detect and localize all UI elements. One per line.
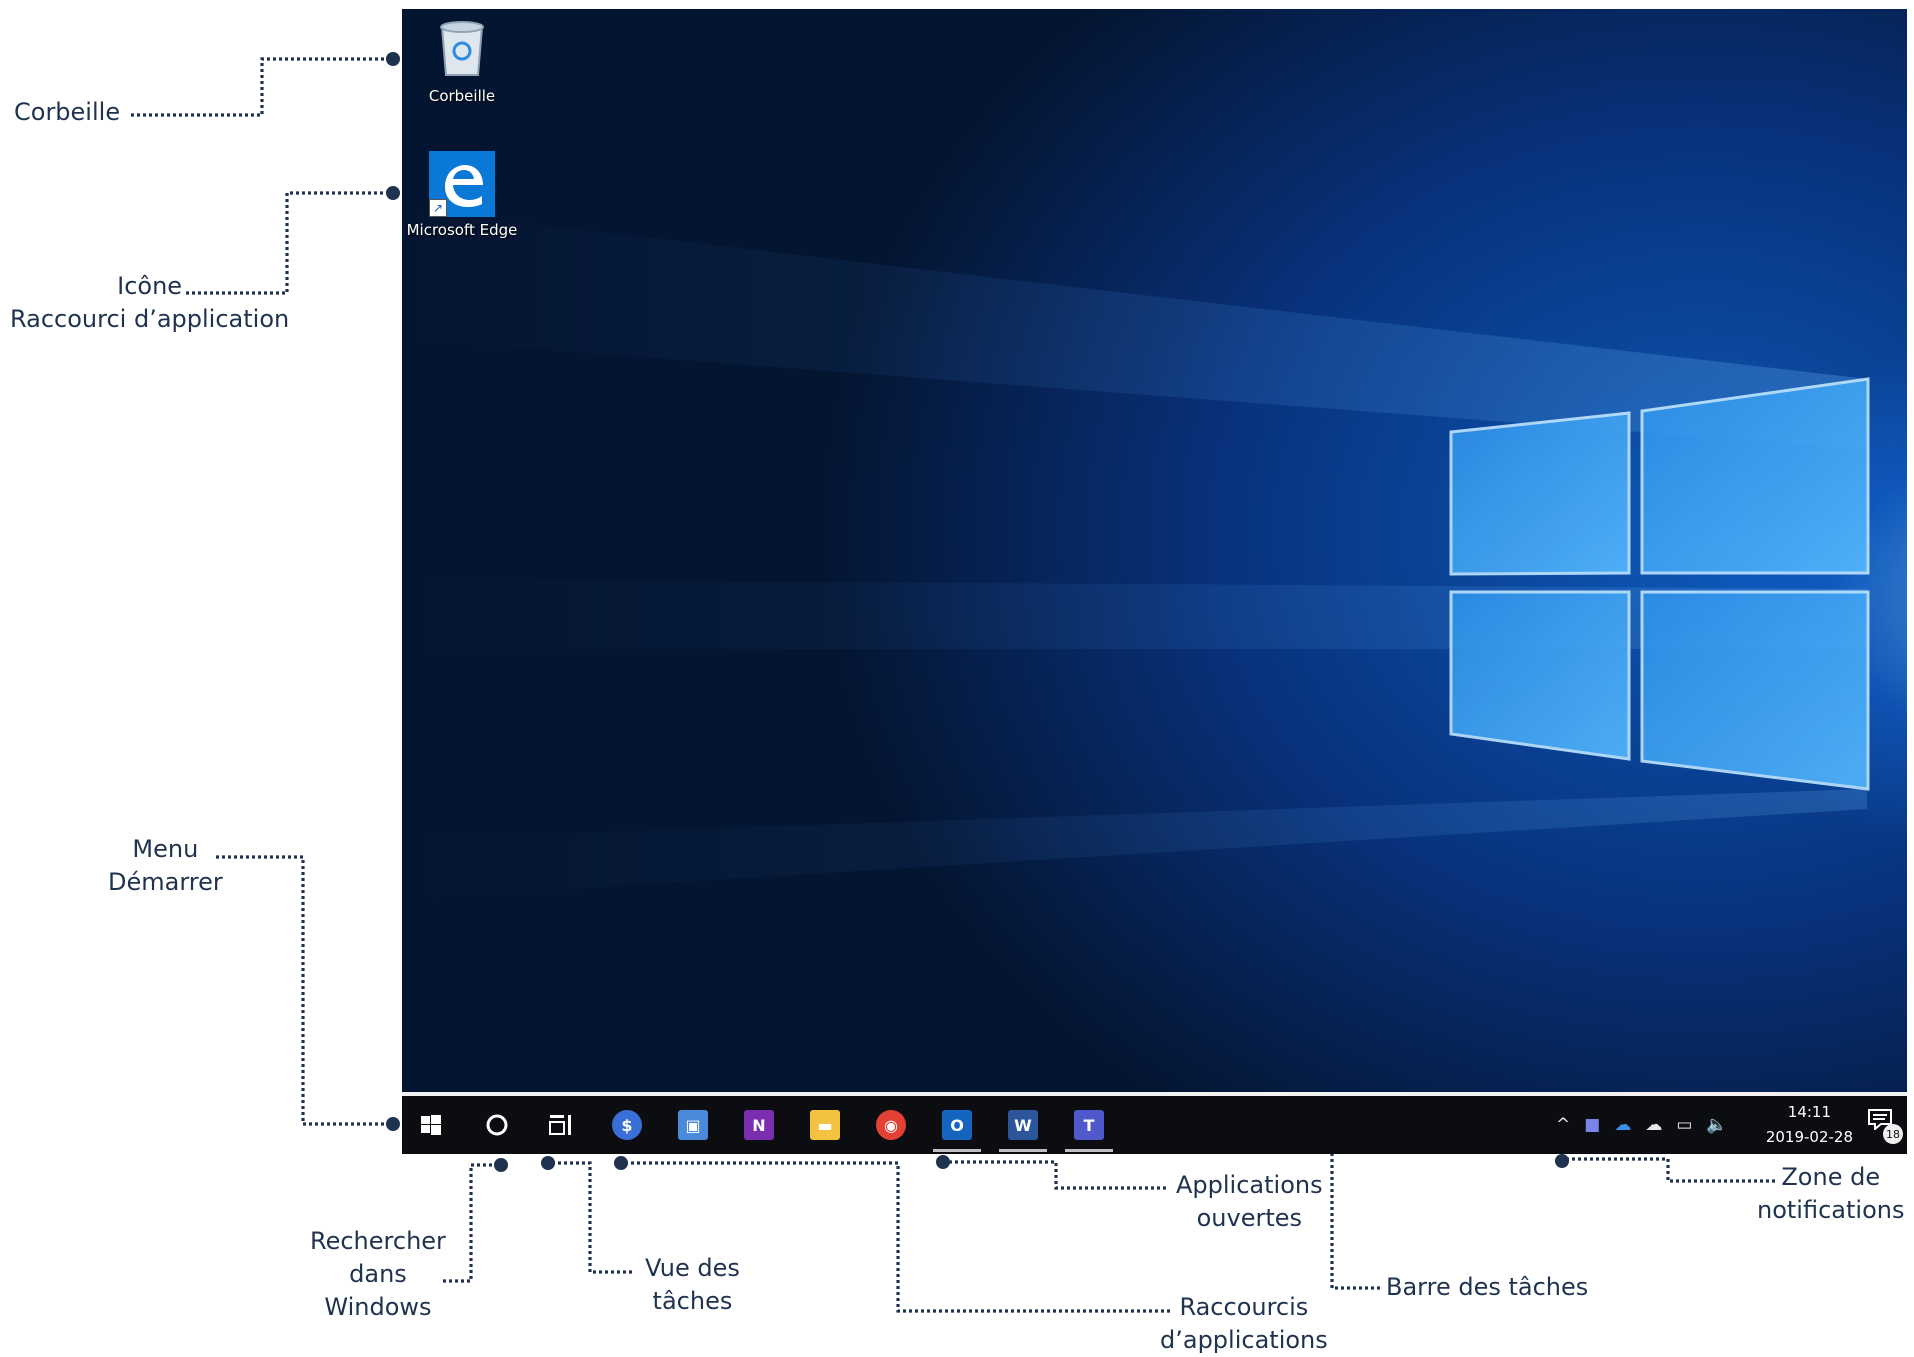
- volume-icon[interactable]: 🔈: [1706, 1115, 1727, 1135]
- taskbar-remote-desktop[interactable]: ▣: [664, 1096, 722, 1154]
- taskbar-teams[interactable]: T: [1060, 1096, 1118, 1154]
- teams-icon: T: [1074, 1110, 1104, 1140]
- callout-open-apps: Applications ouvertes: [1176, 1171, 1323, 1232]
- callout-taskbar: Barre des tâches: [1386, 1273, 1589, 1301]
- leader-dot-shortcut-icon: [386, 186, 400, 200]
- notification-count-badge: 18: [1883, 1124, 1903, 1144]
- leader-open-apps: [944, 1160, 1166, 1190]
- callout-search-windows: Rechercher dans Windows: [310, 1227, 446, 1321]
- remote-desktop-icon: ▣: [678, 1110, 708, 1140]
- callout-task-view: Vue des tâches: [645, 1254, 740, 1315]
- word-icon: W: [1008, 1110, 1038, 1140]
- clock-date: 2019-02-28: [1765, 1128, 1853, 1146]
- windows-desktop: Corbeille ↗ Microsoft Edge $ ▣ N ▬ ◉ O W…: [402, 9, 1907, 1154]
- start-button[interactable]: [402, 1096, 460, 1154]
- leader-dot-task-view: [541, 1156, 555, 1170]
- clock[interactable]: 14:11 2019-02-28: [1766, 1100, 1853, 1150]
- network-icon[interactable]: ▭: [1676, 1115, 1692, 1135]
- notification-area: ^ ■ ☁ ☁ ▭ 🔈: [1549, 1096, 1735, 1154]
- folder-icon: ▬: [810, 1110, 840, 1140]
- edge-label: Microsoft Edge: [406, 221, 518, 239]
- desktop-icon-recycle-bin[interactable]: Corbeille: [402, 17, 522, 105]
- callout-shortcut-icon: Icône Raccourci d’application: [10, 272, 290, 333]
- leader-task-view: [549, 1161, 632, 1274]
- wallpaper-windows-logo: [402, 209, 1870, 899]
- leader-start-menu: [216, 855, 392, 1126]
- leader-dot-start-menu: [386, 1117, 400, 1131]
- teams-tray-icon[interactable]: ■: [1584, 1115, 1600, 1135]
- onenote-icon: N: [744, 1110, 774, 1140]
- callout-corbeille: Corbeille: [14, 98, 121, 126]
- windows-logo-icon: [421, 1115, 441, 1135]
- leader-search: [443, 1163, 500, 1283]
- leader-dot-notifications: [1555, 1154, 1569, 1168]
- recycle-bin-icon: [440, 21, 484, 76]
- callout-start-menu: Menu Démarrer: [108, 835, 223, 896]
- taskbar: $ ▣ N ▬ ◉ O W T ^ ■ ☁ ☁ ▭ 🔈 14:11 2019-0…: [402, 1092, 1907, 1154]
- desktop-icon-microsoft-edge[interactable]: ↗ Microsoft Edge: [402, 151, 522, 239]
- taskbar-onenote[interactable]: N: [730, 1096, 788, 1154]
- task-view-icon: [549, 1115, 571, 1135]
- leader-corbeille: [131, 57, 392, 117]
- cortana-circle-icon: [486, 1114, 508, 1136]
- taskbar-chrome[interactable]: ◉: [862, 1096, 920, 1154]
- taskbar-file-explorer[interactable]: ▬: [796, 1096, 854, 1154]
- callout-app-shortcuts: Raccourcis d’applications: [1160, 1293, 1328, 1354]
- action-center-button[interactable]: 18: [1867, 1108, 1903, 1144]
- chrome-icon: ◉: [876, 1110, 906, 1140]
- search-button[interactable]: [468, 1096, 526, 1154]
- outlook-icon: O: [942, 1110, 972, 1140]
- edge-icon: ↗: [429, 151, 495, 217]
- leader-notifications: [1563, 1157, 1775, 1183]
- taskbar-word[interactable]: W: [994, 1096, 1052, 1154]
- callout-notification-area: Zone de notifications: [1757, 1163, 1905, 1224]
- sync-app-icon: $: [612, 1110, 642, 1140]
- show-hidden-icons-chevron-icon[interactable]: ^: [1556, 1115, 1570, 1135]
- leader-dot-app-shortcuts: [614, 1156, 628, 1170]
- taskbar-outlook[interactable]: O: [928, 1096, 986, 1154]
- leader-dot-open-apps: [936, 1155, 950, 1169]
- leader-dot-corbeille: [386, 52, 400, 66]
- onedrive-personal-cloud-icon[interactable]: ☁: [1645, 1115, 1662, 1135]
- taskbar-sync-app[interactable]: $: [598, 1096, 656, 1154]
- recycle-bin-label: Corbeille: [428, 87, 496, 105]
- shortcut-arrow-icon: ↗: [429, 199, 447, 217]
- task-view-button[interactable]: [533, 1096, 591, 1154]
- onedrive-business-cloud-icon[interactable]: ☁: [1614, 1115, 1631, 1135]
- clock-time: 14:11: [1787, 1103, 1832, 1121]
- leader-dot-search: [494, 1158, 508, 1172]
